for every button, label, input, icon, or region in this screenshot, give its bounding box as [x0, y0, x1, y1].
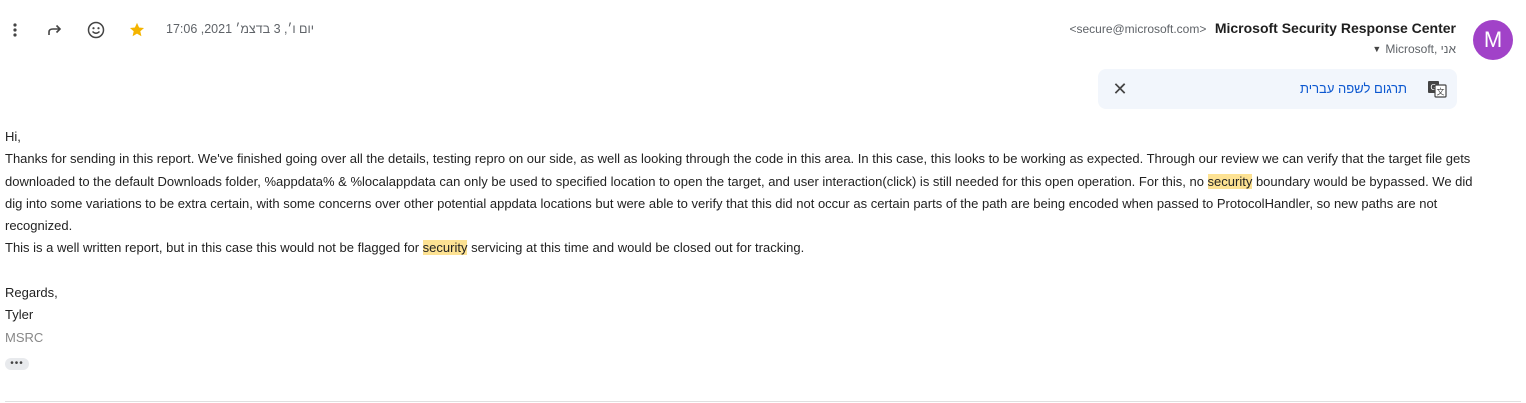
avatar[interactable]: M: [1473, 20, 1513, 60]
show-details-caret-icon[interactable]: ▼: [1372, 44, 1381, 54]
search-highlight: security: [422, 240, 468, 256]
translate-icon: G 文: [1428, 81, 1447, 98]
sender-block: <secure@microsoft.com> Microsoft Securit…: [1069, 20, 1456, 38]
translate-link[interactable]: תרגום לשפה עברית: [1300, 81, 1407, 96]
forward-icon: [48, 24, 62, 35]
sender-line: <secure@microsoft.com> Microsoft Securit…: [1069, 20, 1456, 38]
search-highlight: security: [1207, 173, 1253, 189]
show-trimmed-content-button[interactable]: •••: [5, 358, 29, 370]
email-body: Hi, Thanks for sending in this report. W…: [5, 126, 1475, 349]
sender-email: <secure@microsoft.com>: [1069, 22, 1207, 36]
p2-text-a: This is a well written report, but in th…: [5, 240, 423, 256]
body-paragraph-1: Thanks for sending in this report. We've…: [5, 148, 1475, 237]
star-icon: [129, 22, 145, 37]
greeting: Hi,: [5, 129, 21, 144]
recipients: Microsoft, אני: [1385, 42, 1456, 56]
more-vert-icon: [13, 23, 17, 37]
emoji-reaction-button[interactable]: [82, 16, 110, 44]
p2-text-b: servicing at this time and would be clos…: [467, 240, 805, 256]
regards: Regards,: [5, 285, 58, 301]
forward-button[interactable]: [41, 16, 69, 44]
divider: [5, 401, 1521, 402]
message-header: יום ו׳, 3 בדצמ׳ 2021, 17:06 <secure@micr…: [0, 0, 1526, 70]
recipients-line: ▼ Microsoft, אני: [1372, 42, 1456, 56]
signer-name: Tyler: [5, 307, 34, 323]
svg-text:文: 文: [1437, 87, 1445, 97]
emoji-icon: [87, 21, 105, 39]
body-paragraph-2: This is a well written report, but in th…: [5, 237, 1475, 259]
close-icon[interactable]: ✕: [1110, 79, 1130, 99]
star-button[interactable]: [123, 16, 151, 44]
sender-name[interactable]: Microsoft Security Response Center: [1215, 20, 1456, 36]
more-options-button[interactable]: [1, 16, 29, 44]
message-date: יום ו׳, 3 בדצמ׳ 2021, 17:06: [166, 22, 315, 36]
message-actions: [0, 16, 151, 44]
translate-bar: ✕ תרגום לשפה עברית G 文: [1098, 69, 1457, 109]
signer-org: MSRC: [5, 329, 44, 345]
